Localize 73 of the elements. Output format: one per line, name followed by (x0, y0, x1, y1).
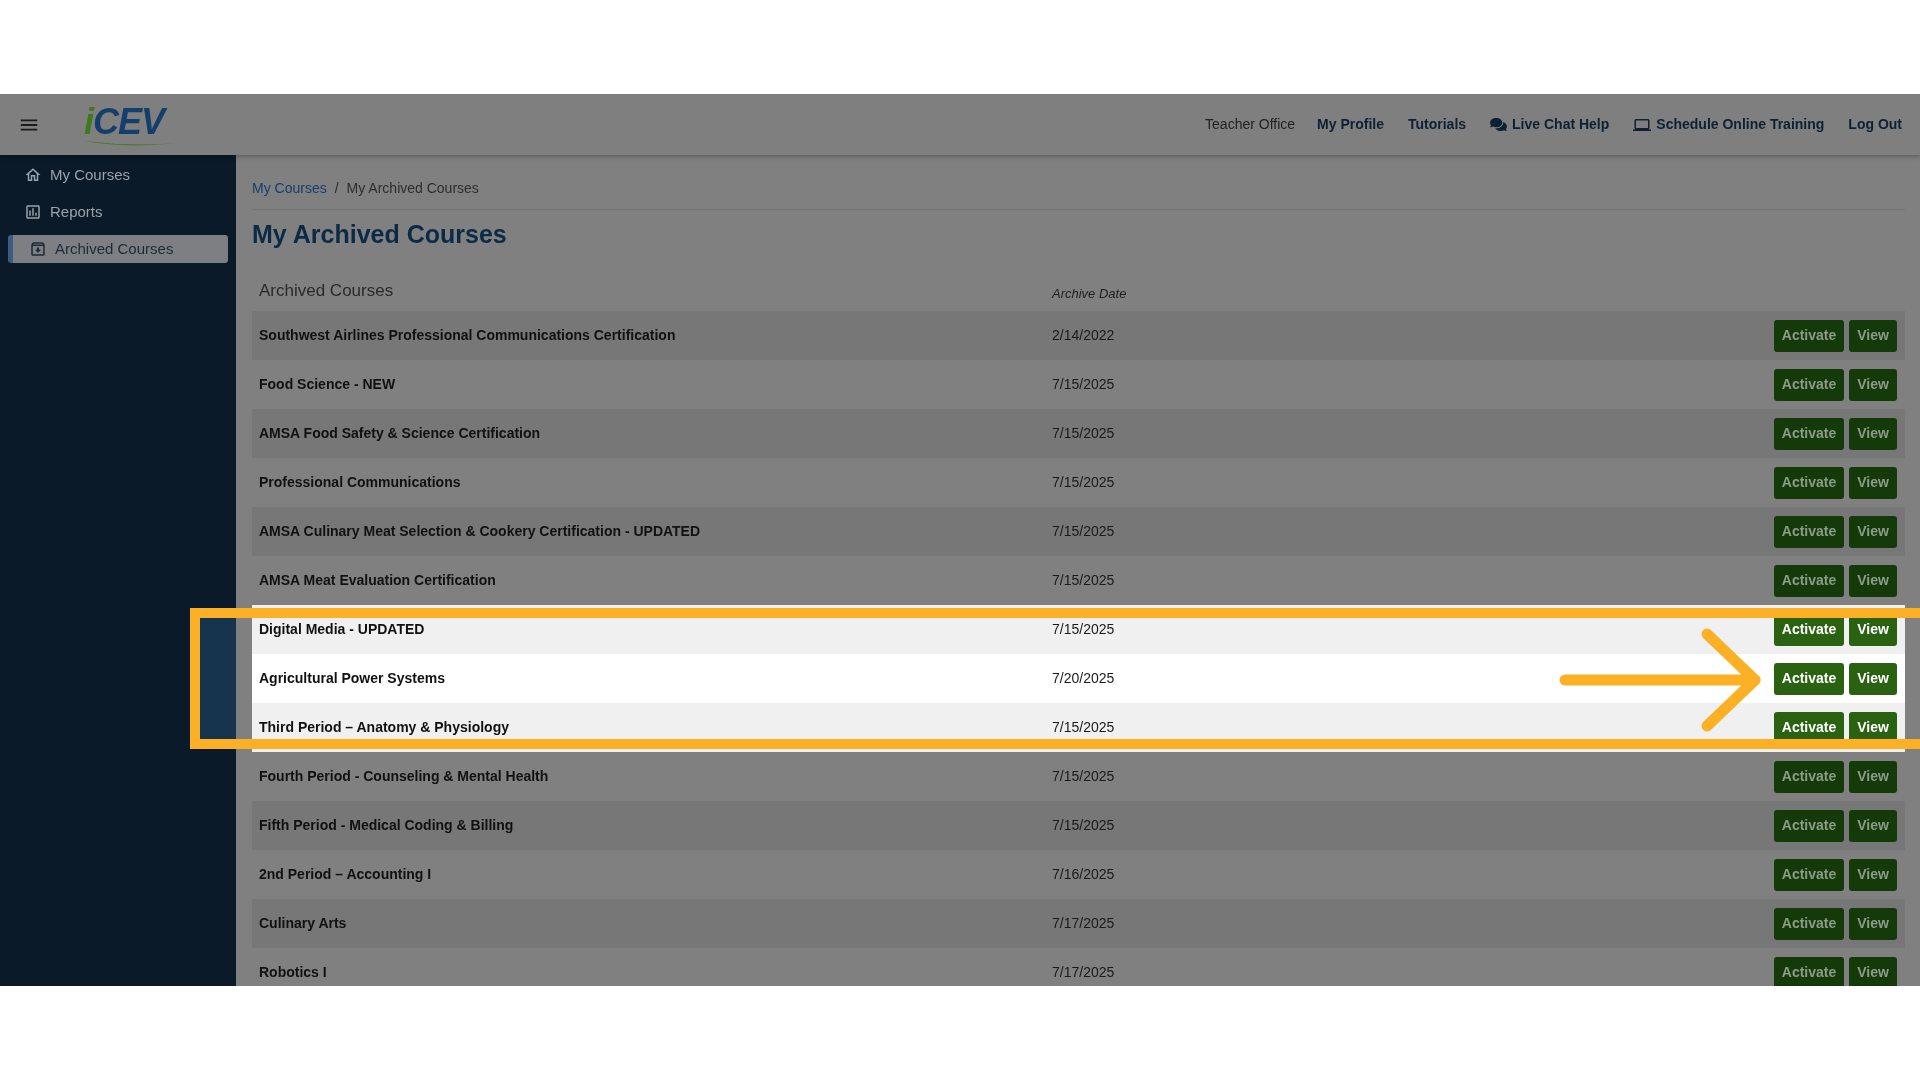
nav-link[interactable]: My Profile (1317, 114, 1384, 135)
activate-button[interactable]: Activate (1774, 662, 1844, 695)
activate-button[interactable]: Activate (1774, 907, 1844, 940)
archive-date: 7/15/2025 (1052, 767, 1115, 786)
course-name: Food Science - NEW (259, 375, 397, 394)
breadcrumb-separator: / (334, 179, 339, 198)
archive-date: 7/20/2025 (1052, 669, 1115, 688)
activate-button[interactable]: Activate (1774, 809, 1844, 842)
nav-link[interactable]: Log Out (1848, 114, 1902, 135)
column-header: Archive Date (1052, 284, 1127, 303)
activate-button[interactable]: Activate (1774, 319, 1844, 352)
course-name: Professional Communications (259, 473, 462, 492)
course-name: Third Period – Anatomy & Physiology (259, 718, 510, 737)
activate-button[interactable]: Activate (1774, 858, 1844, 891)
home-icon (24, 166, 42, 184)
archive-date: 7/15/2025 (1052, 620, 1115, 639)
view-button[interactable]: View (1849, 564, 1897, 597)
chat-icon (1490, 117, 1508, 132)
view-button[interactable]: View (1849, 907, 1897, 940)
archive-icon (29, 240, 47, 258)
activate-button[interactable]: Activate (1774, 466, 1844, 499)
view-button[interactable]: View (1849, 466, 1897, 499)
view-button[interactable]: View (1849, 956, 1897, 986)
archive-date: 7/15/2025 (1052, 522, 1115, 541)
course-name: Southwest Airlines Professional Communications Certification (259, 326, 677, 345)
archive-date: 7/15/2025 (1052, 375, 1115, 394)
nav-text: Teacher Office (1205, 115, 1296, 134)
activate-button[interactable]: Activate (1774, 760, 1844, 793)
course-name: Agricultural Power Systems (259, 669, 446, 688)
course-name: AMSA Culinary Meat Selection & Cookery Certification - UPDATED (259, 522, 702, 541)
arrow-icon (1559, 628, 1763, 732)
view-button[interactable]: View (1849, 662, 1897, 695)
course-name: Robotics I (259, 963, 328, 982)
view-button[interactable]: View (1849, 809, 1897, 842)
view-button[interactable]: View (1849, 515, 1897, 548)
nav-link[interactable]: Live Chat Help (1490, 114, 1610, 135)
archive-date: 7/17/2025 (1052, 963, 1115, 982)
activate-button[interactable]: Activate (1774, 368, 1844, 401)
archive-date: 7/16/2025 (1052, 865, 1115, 884)
course-name: Fifth Period - Medical Coding & Billing (259, 816, 515, 835)
archive-date: 7/15/2025 (1052, 718, 1115, 737)
logo[interactable]: iCEV (80, 100, 175, 149)
nav-link[interactable]: Tutorials (1408, 114, 1467, 135)
breadcrumb-current: My Archived Courses (346, 179, 479, 198)
chart-icon (24, 203, 42, 221)
sidebar-item[interactable]: Archived Courses (8, 235, 228, 263)
archive-date: 2/14/2022 (1052, 326, 1115, 345)
course-name: AMSA Meat Evaluation Certification (259, 571, 497, 590)
sidebar-item[interactable]: My Courses (8, 161, 228, 189)
activate-button[interactable]: Activate (1774, 956, 1844, 986)
course-name: AMSA Food Safety & Science Certification (259, 424, 542, 443)
view-button[interactable]: View (1849, 368, 1897, 401)
archive-date: 7/15/2025 (1052, 816, 1115, 835)
archive-date: 7/17/2025 (1052, 914, 1115, 933)
archive-date: 7/15/2025 (1052, 424, 1115, 443)
view-button[interactable]: View (1849, 760, 1897, 793)
page-title: My Archived Courses (252, 219, 508, 250)
course-name: 2nd Period – Accounting I (259, 865, 433, 884)
course-name: Culinary Arts (259, 914, 348, 933)
archive-date: 7/15/2025 (1052, 571, 1115, 590)
view-button[interactable]: View (1849, 417, 1897, 450)
course-name: Fourth Period - Counseling & Mental Health (259, 767, 550, 786)
nav-link[interactable]: Schedule Online Training (1633, 114, 1825, 135)
activate-button[interactable]: Activate (1774, 564, 1844, 597)
archive-date: 7/15/2025 (1052, 473, 1115, 492)
breadcrumb-link[interactable]: My Courses (252, 178, 327, 199)
view-button[interactable]: View (1849, 319, 1897, 352)
sidebar-item[interactable]: Reports (8, 198, 228, 226)
column-header: Archived Courses (259, 279, 395, 302)
activate-button[interactable]: Activate (1774, 417, 1844, 450)
course-name: Digital Media - UPDATED (259, 620, 426, 639)
activate-button[interactable]: Activate (1774, 515, 1844, 548)
view-button[interactable]: View (1849, 858, 1897, 891)
